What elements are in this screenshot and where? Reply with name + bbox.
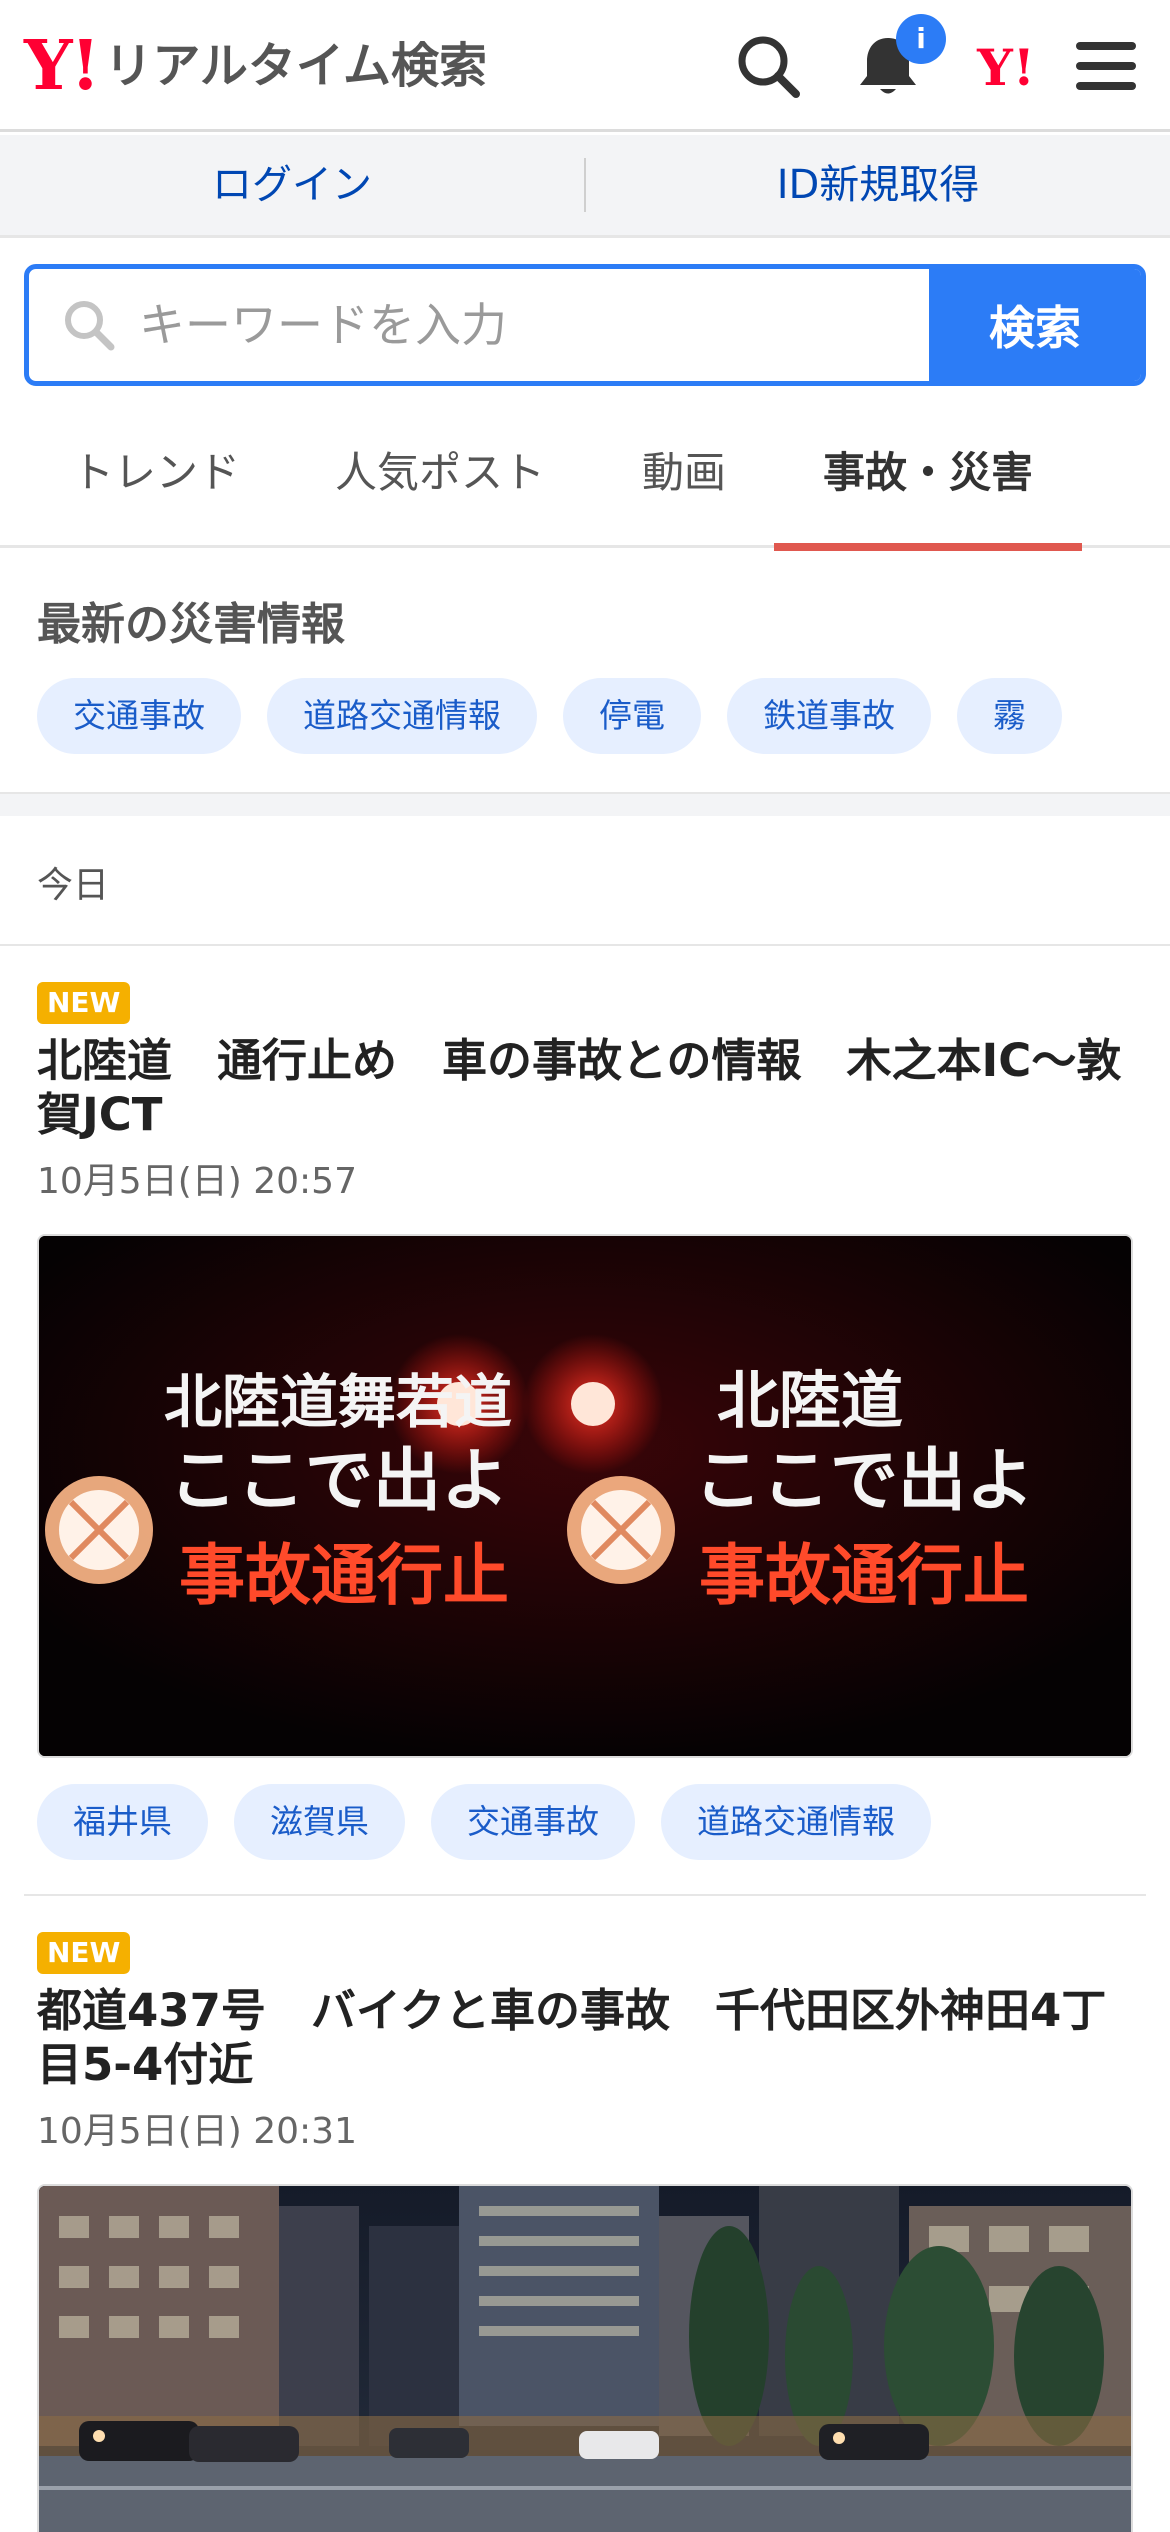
street-scene-illustration [39, 2186, 1131, 2532]
chip-traffic-accident[interactable]: 交通事故 [37, 678, 241, 754]
article-title[interactable]: 都道437号 バイクと車の事故 千代田区外神田4丁目5-4付近 [37, 1984, 1137, 2092]
chip-railway-accident[interactable]: 鉄道事故 [727, 678, 931, 754]
article-image-street-scene[interactable] [37, 2184, 1133, 2532]
login-link[interactable]: ログイン [0, 134, 584, 237]
register-id-link[interactable]: ID新規取得 [586, 134, 1170, 237]
tag-road-traffic-info[interactable]: 道路交通情報 [661, 1784, 931, 1860]
search-input[interactable] [139, 298, 899, 352]
sign-left-line2: ここで出よ [169, 1442, 509, 1521]
tag-fukui[interactable]: 福井県 [37, 1784, 208, 1860]
site-title: リアルタイム検索 [104, 38, 487, 94]
account-bar: ログイン ID新規取得 [0, 135, 1170, 238]
tag-shiga[interactable]: 滋賀県 [234, 1784, 405, 1860]
sign-right-line1: 北陸道 [717, 1364, 903, 1437]
chip-fog[interactable]: 霧 [957, 678, 1062, 754]
article-title[interactable]: 北陸道 通行止め 車の事故との情報 木之本IC～敦賀JCT [37, 1034, 1137, 1142]
article-date: 10月5日(日) 20:57 [37, 1161, 357, 1202]
magnifier-icon [65, 301, 115, 351]
sign-right-line3: 事故通行止 [699, 1537, 1029, 1614]
yahoo-logo-mark: Y! [24, 26, 100, 106]
sign-right-line2: ここで出よ [694, 1442, 1034, 1521]
active-tab-indicator [774, 543, 1082, 551]
date-group-label: 今日 [37, 865, 110, 906]
tag-traffic-accident[interactable]: 交通事故 [431, 1784, 635, 1860]
tab-trend[interactable]: トレンド [40, 402, 272, 548]
search-button[interactable]: 検索 [929, 269, 1141, 381]
search-icon[interactable] [732, 30, 804, 102]
date-group-divider [0, 944, 1170, 946]
no-entry-sign-left [45, 1476, 153, 1584]
article-tag-list: 福井県 滋賀県 交通事故 道路交通情報 [37, 1784, 931, 1860]
yahoo-japan-link[interactable]: Y! [968, 40, 1044, 96]
new-badge: NEW [37, 1932, 131, 1974]
tab-accidents-disasters[interactable]: 事故・災害 [774, 402, 1082, 551]
new-badge: NEW [37, 982, 131, 1024]
disaster-chip-list: 交通事故 道路交通情報 停電 鉄道事故 霧 [37, 678, 1062, 754]
chip-power-outage[interactable]: 停電 [563, 678, 701, 754]
article-divider [24, 1894, 1146, 1896]
category-tabs: トレンド 人気ポスト 動画 事故・災害 [0, 402, 1170, 551]
tab-accidents-disasters-label: 事故・災害 [822, 448, 1033, 497]
chip-road-traffic-info[interactable]: 道路交通情報 [267, 678, 537, 754]
article-date: 10月5日(日) 20:31 [37, 2111, 357, 2152]
tab-popular-posts[interactable]: 人気ポスト [320, 402, 560, 548]
tab-video[interactable]: 動画 [612, 402, 756, 548]
search-form: 検索 [24, 264, 1146, 386]
disaster-section-title: 最新の災害情報 [37, 599, 345, 650]
app-header: Y! リアルタイム検索 i Y! [0, 0, 1170, 132]
section-separator [0, 792, 1170, 816]
search-field-wrapper [29, 269, 929, 381]
sign-left-line3: 事故通行止 [179, 1537, 509, 1614]
hamburger-menu-icon[interactable] [1070, 30, 1142, 102]
highway-sign-illustration: 北陸道舞若道 ここで出よ 事故通行止 北陸道 ここで出よ 事故通行止 [39, 1236, 1131, 1756]
no-entry-sign-right [567, 1476, 675, 1584]
sign-left-line1: 北陸道舞若道 [164, 1368, 512, 1436]
yahoo-realtime-logo[interactable]: Y! リアルタイム検索 [24, 30, 487, 102]
notification-badge: i [896, 14, 946, 64]
article-image-highway-sign[interactable]: 北陸道舞若道 ここで出よ 事故通行止 北陸道 ここで出よ 事故通行止 [37, 1234, 1133, 1758]
